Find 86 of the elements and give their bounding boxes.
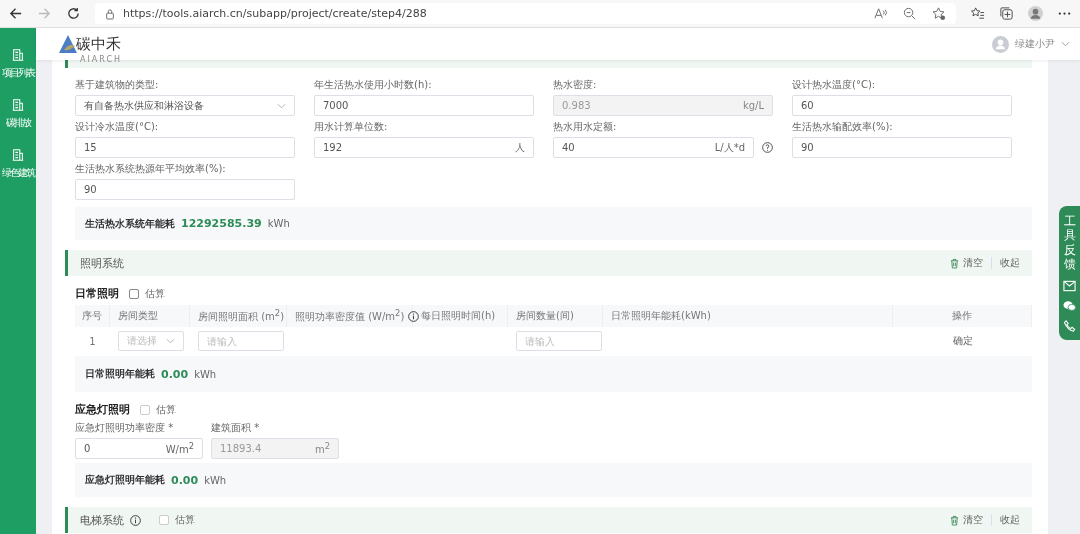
trash-icon xyxy=(950,514,959,526)
input-field[interactable]: 90 xyxy=(792,137,1012,158)
address-bar[interactable]: https://tools.aiarch.cn/subapp/project/create/step4/288 xyxy=(95,3,956,24)
back-icon[interactable] xyxy=(8,6,23,21)
summary-label: 日常照明年能耗 xyxy=(85,367,155,381)
favorite-add-icon[interactable] xyxy=(931,6,946,21)
estimate-checkbox[interactable]: 估算 xyxy=(159,513,195,527)
info-icon[interactable] xyxy=(130,514,141,526)
logo-text: 碳中禾 xyxy=(76,35,121,54)
user-avatar-icon xyxy=(992,35,1009,53)
column-header: 房间数量(间) xyxy=(516,309,574,323)
building-icon xyxy=(11,48,25,62)
input-field[interactable]: 请输入 xyxy=(516,331,602,351)
phone-icon[interactable] xyxy=(1063,319,1076,332)
action-link[interactable]: 收起 xyxy=(1000,513,1020,527)
url-text: https://tools.aiarch.cn/subapp/project/create/step4/288 xyxy=(123,7,428,20)
summary-value: 0.00 xyxy=(171,473,199,487)
profile-avatar-icon[interactable] xyxy=(1028,6,1043,21)
summary-label: 生活热水系统年能耗 xyxy=(85,216,175,231)
logo-icon xyxy=(58,34,78,54)
confirm-link[interactable]: 确定 xyxy=(952,334,973,348)
column-header: 照明功率密度值 (W/m$^{2}$) xyxy=(295,307,405,325)
column-header: 每日照明时间(h) xyxy=(421,309,496,323)
summary-value: 0.00 xyxy=(161,367,189,381)
input-field[interactable]: 90 xyxy=(75,179,295,200)
building-icon xyxy=(11,98,25,112)
summary-unit: kWh xyxy=(204,474,227,486)
help-icon[interactable] xyxy=(762,142,773,153)
column-header: 操作 xyxy=(952,309,972,323)
lock-icon xyxy=(105,7,115,20)
field-label: 设计热水温度(°C): xyxy=(792,78,877,92)
favorites-icon[interactable] xyxy=(970,6,985,21)
select-field[interactable]: 有自备热水供应和淋浴设备 xyxy=(75,95,295,116)
chat-icon[interactable] xyxy=(1063,299,1076,312)
info-icon[interactable] xyxy=(408,310,420,322)
collections-icon[interactable] xyxy=(999,6,1014,21)
table-cell: 1 xyxy=(89,335,96,347)
input-field[interactable]: 40 L/人*d xyxy=(553,137,754,158)
column-header: 日常照明年能耗(kWh) xyxy=(611,309,711,323)
summary-value: 12292585.39 xyxy=(181,217,262,230)
section-title: 电梯系统 xyxy=(80,512,124,528)
subsection-title: 应急灯照明 xyxy=(75,402,130,417)
subsection-title: 日常照明 xyxy=(75,286,119,301)
chevron-down-icon xyxy=(166,338,175,344)
feedback-label[interactable]: 工具反馈 xyxy=(1063,214,1076,272)
estimate-checkbox[interactable]: 估算 xyxy=(140,402,176,417)
summary-label: 应急灯照明年能耗 xyxy=(85,473,165,487)
field-label: 生活热水系统热源年平均效率(%): xyxy=(75,162,227,176)
summary-unit: kWh xyxy=(194,368,217,380)
input-field[interactable]: 0 W/m$^{2}$ xyxy=(75,438,203,459)
column-header: 序号 xyxy=(82,309,102,323)
field-label: 用水计算单位数: xyxy=(314,120,389,134)
chevron-down-icon xyxy=(1061,41,1070,47)
sidebar-item[interactable]: 绿色建筑 xyxy=(2,148,34,180)
field-label: 设计冷水温度(°C): xyxy=(75,120,160,134)
estimate-checkbox[interactable]: 估算 xyxy=(129,286,165,301)
action-link[interactable]: 清空 xyxy=(950,513,983,527)
sidebar-item[interactable]: 项目列表 xyxy=(2,48,34,80)
logo-subtitle: AIARCH xyxy=(80,55,123,64)
input-field[interactable]: 60 xyxy=(792,95,1012,116)
sidebar-item[interactable]: 碳排放 xyxy=(6,98,30,130)
input-field[interactable]: 7000 xyxy=(314,95,534,116)
field-label: 生活热水输配效率(%): xyxy=(792,120,894,134)
user-menu[interactable]: 绿建小尹 xyxy=(992,35,1070,53)
input-field[interactable]: 请输入 xyxy=(198,331,284,351)
zoom-out-icon[interactable] xyxy=(902,6,917,21)
field-label: 建筑面积 * xyxy=(211,421,261,435)
summary-unit: kWh xyxy=(267,218,290,229)
column-header: 房间类型 xyxy=(118,309,158,323)
chevron-down-icon xyxy=(277,102,286,109)
field-label: 热水用水定额: xyxy=(553,120,618,134)
trash-icon xyxy=(950,257,959,269)
field-label: 热水密度: xyxy=(553,78,598,92)
mail-icon[interactable] xyxy=(1063,279,1076,292)
field-label: 基于建筑物的类型: xyxy=(75,78,160,92)
section-title: 照明系统 xyxy=(80,255,124,271)
column-header: 房间照明面积 (m$^{2}$) xyxy=(198,307,285,325)
read-aloud-icon[interactable] xyxy=(873,6,888,21)
refresh-icon[interactable] xyxy=(66,6,81,21)
input-field[interactable]: 15 xyxy=(75,137,295,158)
field-label: 应急灯照明功率密度 * xyxy=(75,421,175,435)
input-field[interactable]: 192 人 xyxy=(314,137,534,158)
field-label: 年生活热水使用小时数(h): xyxy=(314,78,433,92)
building-icon xyxy=(11,148,25,162)
action-link[interactable]: 收起 xyxy=(1000,256,1020,270)
action-link[interactable]: 清空 xyxy=(950,256,983,270)
